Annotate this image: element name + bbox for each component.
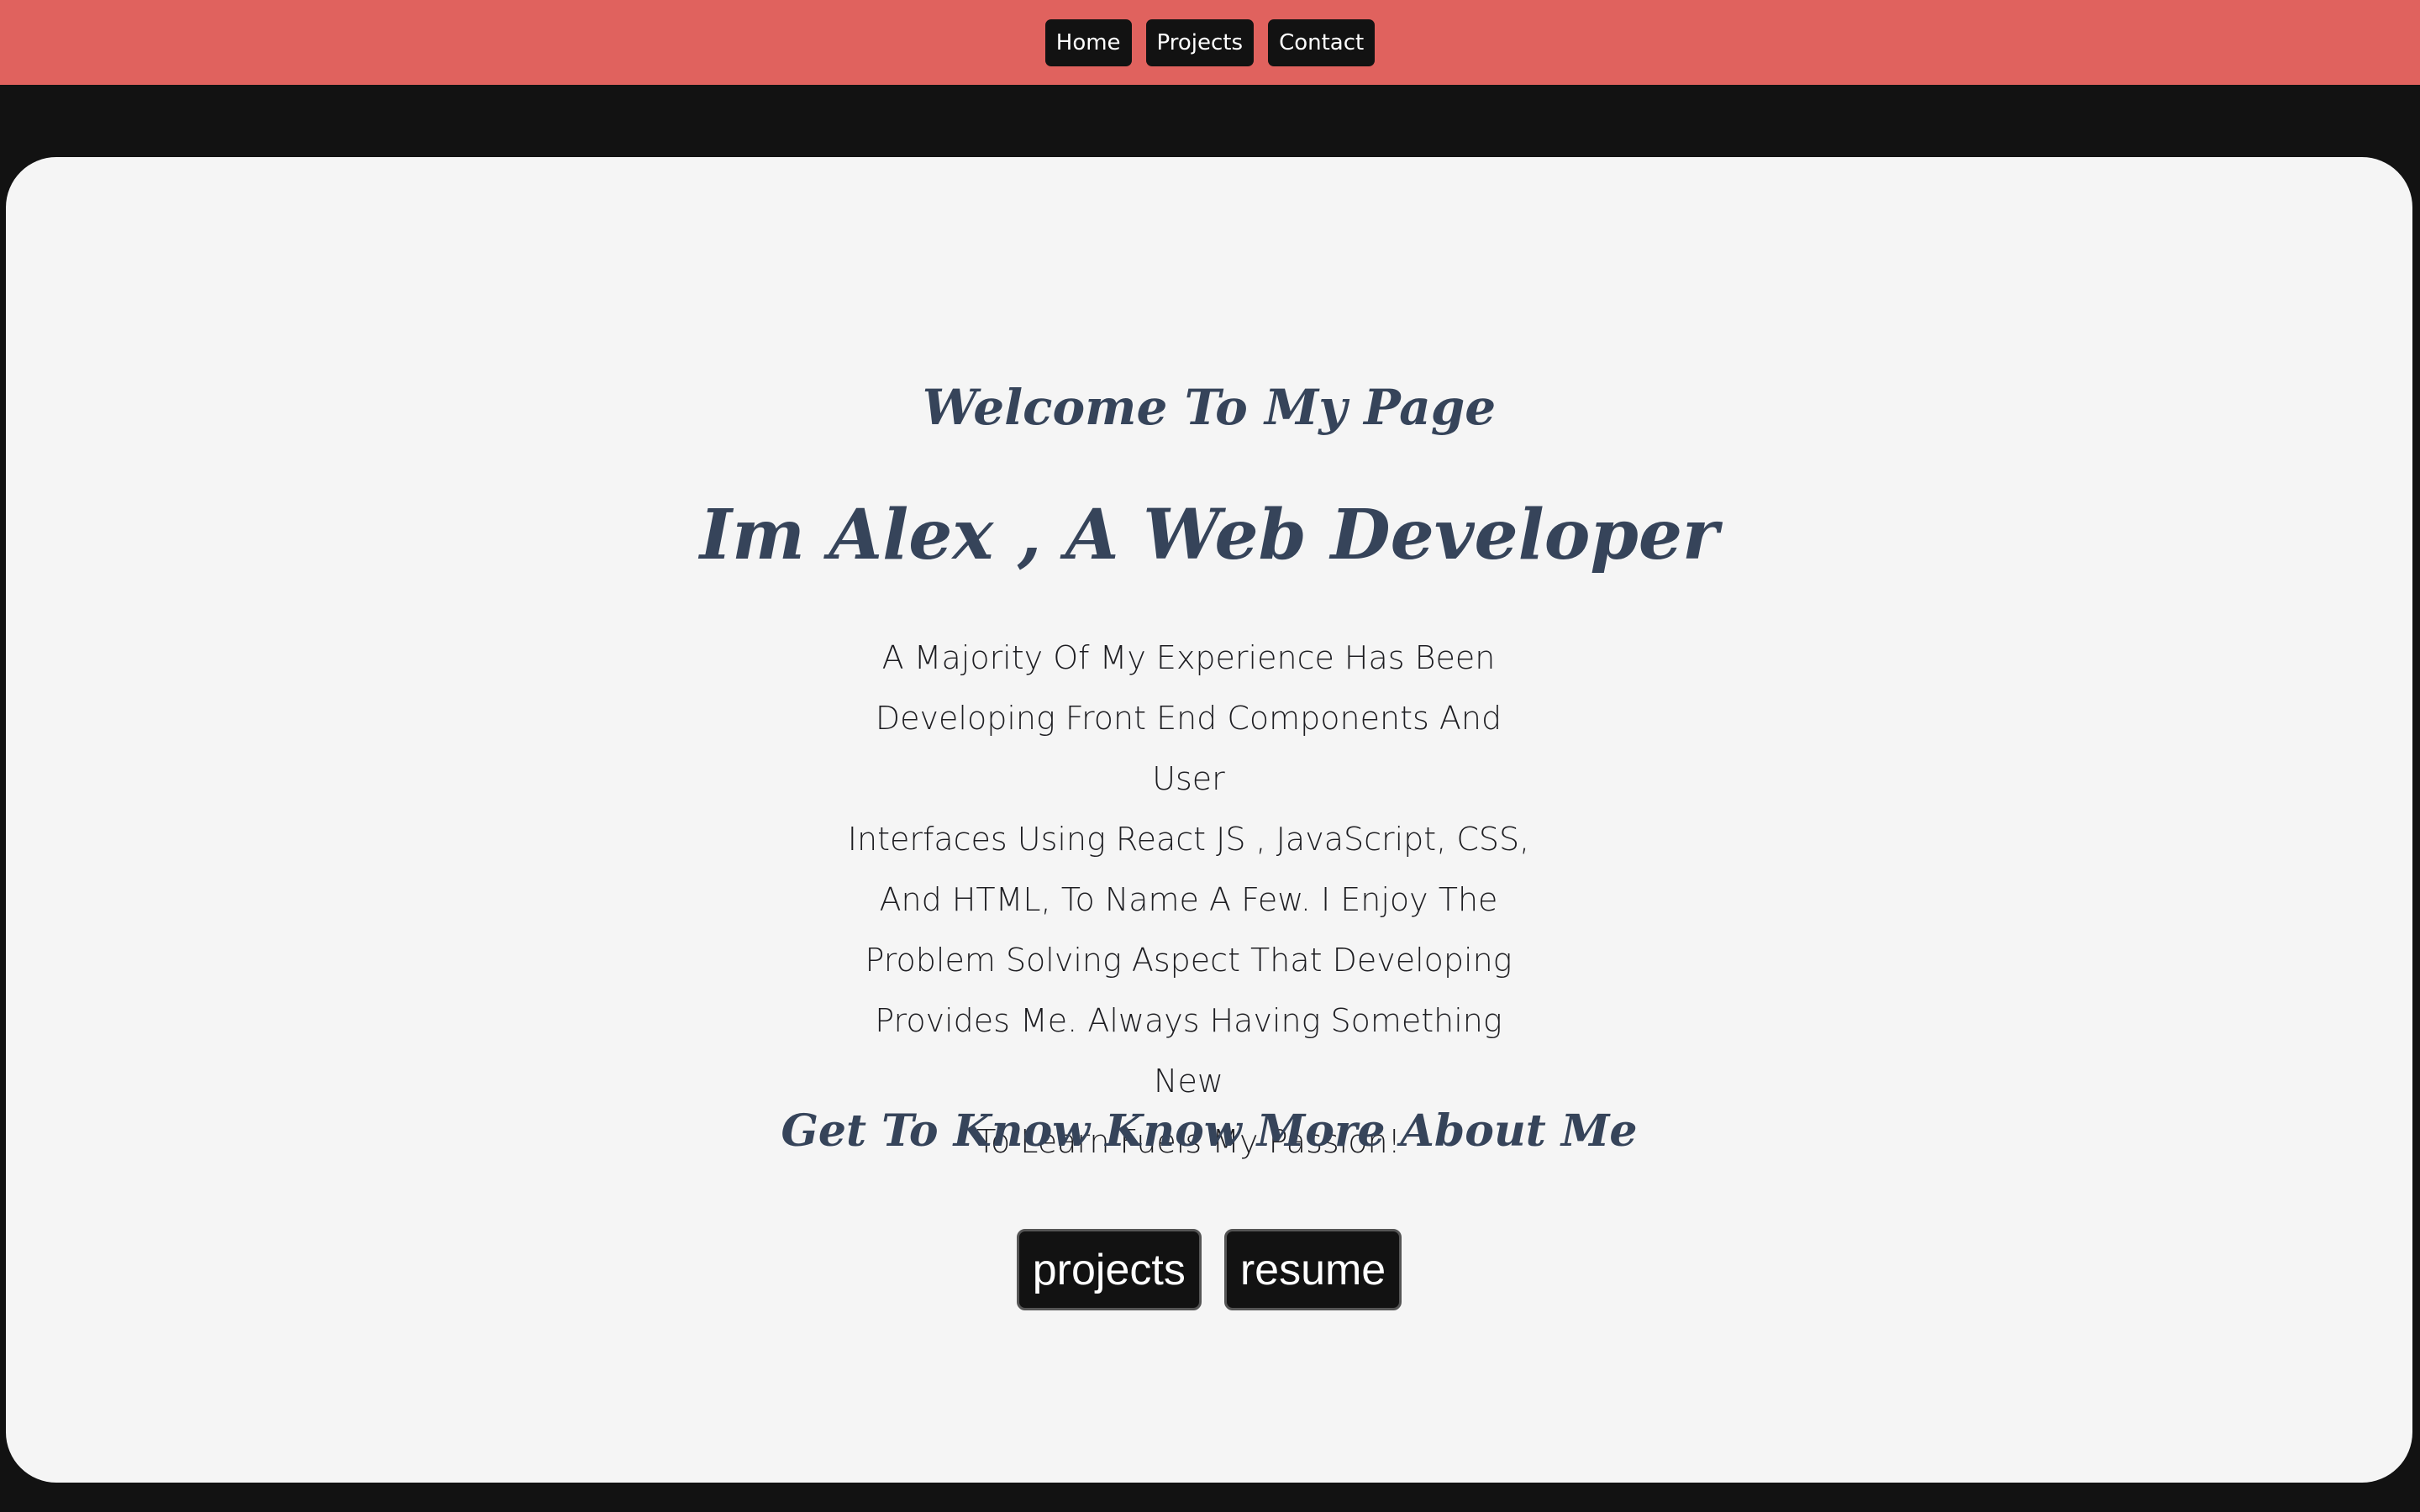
more-about-heading: Get To Know Know More About Me: [781, 1105, 1638, 1157]
cta-button-row: projects resume: [6, 1229, 2412, 1310]
nav-projects-button[interactable]: Projects: [1145, 18, 1255, 66]
about-line: A Majority Of My Experience Has Been: [881, 639, 1496, 676]
projects-button[interactable]: projects: [1016, 1229, 1202, 1310]
hero-card: Welcome To My Page Im Alex , A Web Devel…: [6, 157, 2412, 1483]
top-navbar: Home Projects Contact: [0, 0, 2420, 85]
nav-home-button[interactable]: Home: [1044, 18, 1132, 66]
about-line: Developing Front End Components And User: [875, 700, 1502, 797]
nav-contact-button[interactable]: Contact: [1268, 18, 1376, 66]
resume-button[interactable]: resume: [1223, 1229, 1402, 1310]
about-line: Provides Me. Always Having Something New: [875, 1002, 1502, 1100]
about-line: Interfaces Using React JS , JavaScript, …: [847, 821, 1530, 858]
about-line: Problem Solving Aspect That Developing: [865, 942, 1512, 979]
about-paragraph: A Majority Of My Experience Has Been Dev…: [846, 627, 1531, 1172]
about-line: And HTML, To Name A Few. I Enjoy The: [879, 881, 1498, 918]
welcome-heading: Welcome To My Page: [922, 379, 1497, 436]
intro-headline: Im Alex , A Web Developer: [699, 495, 1719, 575]
